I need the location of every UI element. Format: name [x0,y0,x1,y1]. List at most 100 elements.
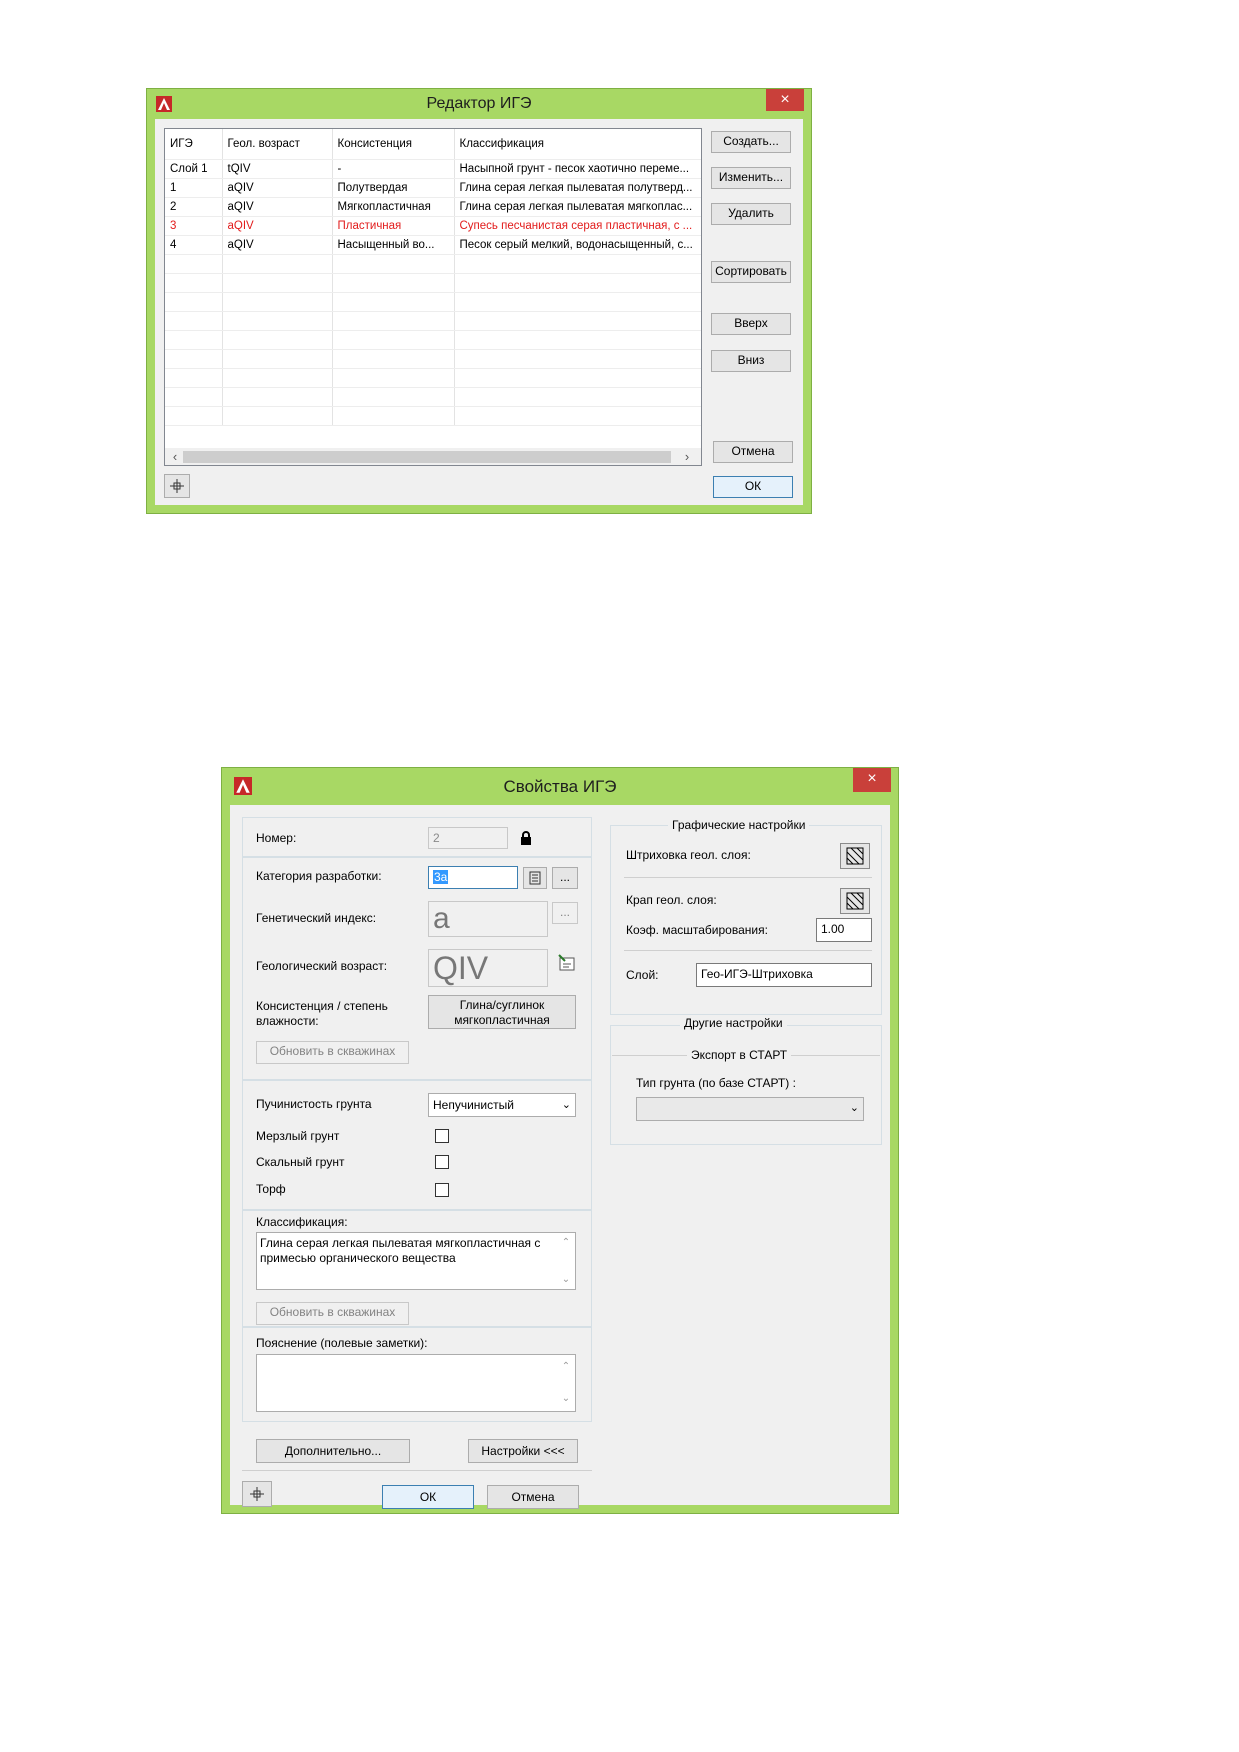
lock-icon [521,831,531,845]
table-row[interactable]: 4 aQIV Насыщенный во... Песок серый мелкий,… [165,235,701,255]
pick-point-button[interactable] [164,474,190,498]
layer-field[interactable]: Гео-ИГЭ-Штриховка [696,963,872,987]
scroll-down-arrow[interactable]: ⌄ [559,1272,573,1287]
edge-button[interactable] [840,888,870,914]
move-up-button[interactable]: Вверх [711,313,791,335]
props-title: Свойства ИГЭ [503,777,617,796]
notes-textarea[interactable]: ⌃ ⌄ [256,1354,576,1412]
scale-field[interactable]: 1.00 [816,918,872,942]
consistency-label: Консистенция / степень влажности: [256,999,388,1029]
category-field[interactable]: 3а [428,866,518,889]
cell-consistency: Мягкопластичная [332,197,455,217]
scroll-up-arrow[interactable]: ⌃ [559,1357,573,1377]
table-row-highlighted[interactable]: 3 aQIV Пластичная Супесь песчанистая серая … [165,216,701,236]
delete-button[interactable]: Удалить [711,203,791,225]
scroll-right-arrow[interactable]: › [679,448,695,465]
age-pick-button[interactable] [556,952,578,974]
classification-textarea[interactable]: Глина серая легкая пылеватая мягкопласти… [256,1232,576,1290]
props-close-button[interactable]: × [853,768,891,792]
crosshair-icon [250,1487,264,1501]
cell-classification: Насыпной грунт - песок хаотично переме..… [454,159,701,179]
scroll-down-arrow[interactable]: ⌄ [559,1389,573,1409]
list-icon [529,871,541,885]
age-field: QIV [428,949,548,987]
props-client-area: Номер: 2 Категория разработки: 3а ... Ге… [230,805,890,1509]
cancel-button[interactable]: Отмена [713,441,793,463]
scale-label: Коэф. масштабирования: [626,923,768,937]
edit-button[interactable]: Изменить... [711,167,791,189]
table-row[interactable]: Слой 1 tQIV - Насыпной грунт - песок хаотич… [165,159,701,179]
graphics-settings-title: Графические настройки [668,818,810,832]
editor-client-area: ИГЭ Геол. возраст Консистенция Классифик… [155,119,803,505]
consistency-button-line-1: Глина/суглинок [459,998,545,1012]
settings-toggle-button[interactable]: Настройки <<< [468,1439,578,1463]
scroll-thumb[interactable] [183,451,671,463]
peat-label: Торф [256,1182,286,1196]
peat-checkbox[interactable] [435,1183,449,1197]
table-row-empty [165,406,701,426]
graphics-separator [624,950,872,951]
cell-age: aQIV [222,197,333,217]
column-header[interactable]: Консистенция [332,129,455,160]
hatch-button[interactable] [840,843,870,869]
update-wells-button: Обновить в скважинах [256,1041,409,1064]
table-row-empty [165,311,701,331]
genetic-browse-button: ... [552,902,578,924]
cell-age: aQIV [222,178,333,198]
category-label: Категория разработки: [256,869,382,883]
frozen-label: Мерзлый грунт [256,1129,340,1143]
consistency-button[interactable]: Глина/суглинок мягкопластичная [428,995,576,1029]
consistency-label-line-2: влажности: [256,1014,319,1028]
sort-button[interactable]: Сортировать [711,261,791,283]
consistency-label-line-1: Консистенция / степень [256,999,388,1013]
other-settings-title: Другие настройки [680,1016,787,1030]
column-header[interactable]: ИГЭ [165,129,223,160]
edit-tag-icon [558,954,575,971]
table-row-empty [165,387,701,407]
pick-point-button[interactable] [242,1481,272,1507]
create-button[interactable]: Создать... [711,131,791,153]
ige-table[interactable]: ИГЭ Геол. возраст Консистенция Классифик… [164,128,702,466]
column-header[interactable]: Геол. возраст [222,129,333,160]
rocky-checkbox[interactable] [435,1155,449,1169]
bottom-separator [242,1470,592,1471]
horizontal-scrollbar[interactable]: ‹ › [165,448,701,465]
move-down-button[interactable]: Вниз [711,350,791,372]
number-label: Номер: [256,831,297,845]
cancel-button[interactable]: Отмена [487,1485,579,1509]
ok-button[interactable]: ОК [713,476,793,498]
layer-label: Слой: [626,968,659,982]
update-wells-button-2: Обновить в скважинах [256,1302,409,1325]
genetic-value: a [433,902,450,935]
cell-ige: 4 [165,235,223,255]
notes-label: Пояснение (полевые заметки): [256,1336,428,1350]
cell-consistency: Насыщенный во... [332,235,455,255]
soil-type-select[interactable]: ⌄ [636,1097,864,1121]
column-header[interactable]: Классификация [454,129,701,160]
table-row-empty [165,254,701,274]
genetic-field: a [428,901,548,937]
consistency-button-line-2: мягкопластичная [454,1013,550,1027]
cell-age: aQIV [222,216,333,236]
cell-classification: Песок серый мелкий, водонасыщенный, с... [454,235,701,255]
scroll-up-arrow[interactable]: ⌃ [559,1235,573,1250]
classification-label: Классификация: [256,1215,348,1229]
table-row-empty [165,349,701,369]
crosshair-icon [170,479,184,493]
number-field: 2 [428,827,508,849]
more-button[interactable]: Дополнительно... [256,1439,410,1463]
heaving-select[interactable]: Непучинистый ⌄ [428,1093,576,1117]
table-row[interactable]: 1 aQIV Полутвердая Глина серая легкая пылев… [165,178,701,198]
category-list-button[interactable] [523,867,547,889]
category-browse-button[interactable]: ... [552,867,578,889]
cell-age: aQIV [222,235,333,255]
editor-close-button[interactable]: × [766,89,804,111]
frozen-checkbox[interactable] [435,1129,449,1143]
editor-titlebar[interactable]: Редактор ИГЭ × [147,89,811,119]
props-titlebar[interactable]: Свойства ИГЭ × [222,768,898,798]
table-row[interactable]: 2 aQIV Мягкопластичная Глина серая легкая п… [165,197,701,217]
scroll-left-arrow[interactable]: ‹ [167,448,183,465]
ok-button[interactable]: ОК [382,1485,474,1509]
heaving-value: Непучинистый [433,1098,514,1112]
cell-classification: Супесь песчанистая серая пластичная, с .… [454,216,701,236]
